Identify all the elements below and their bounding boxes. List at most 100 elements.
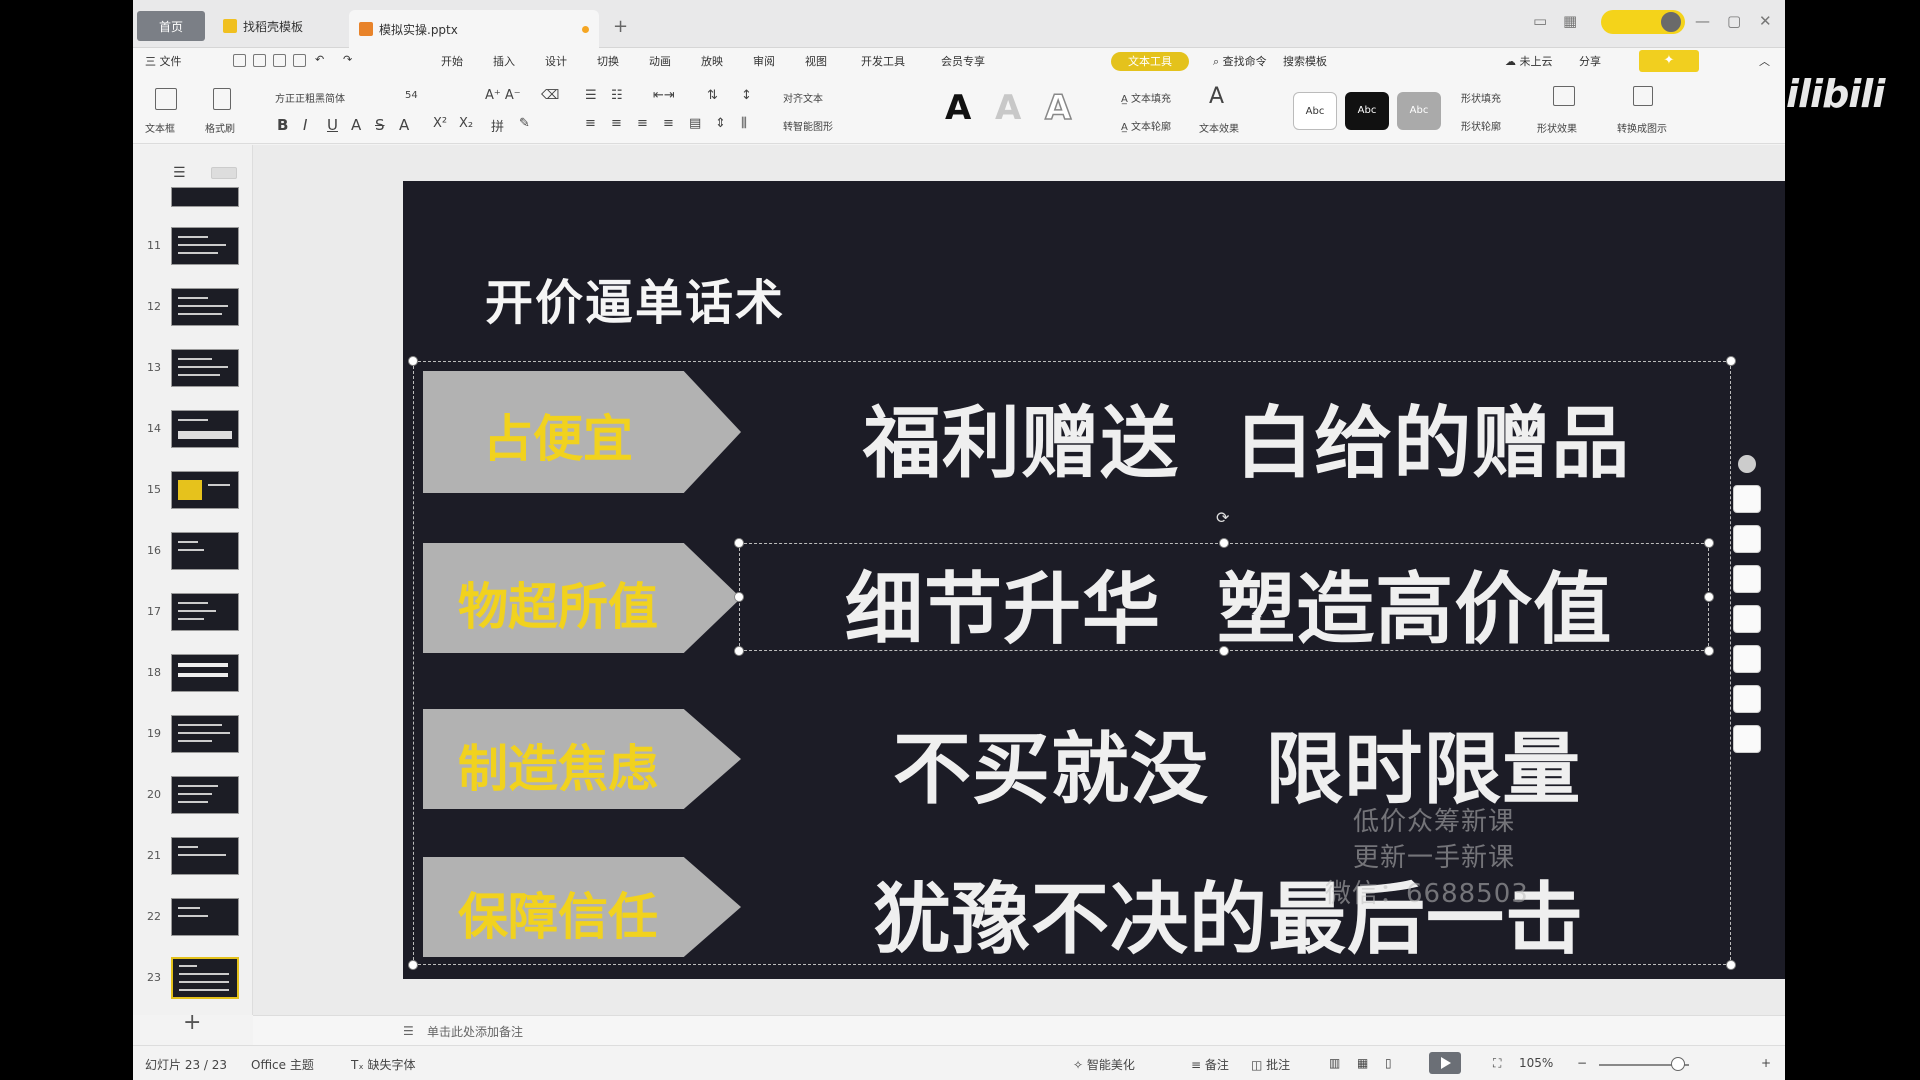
grid-apps-icon[interactable]: ▦ [1563,12,1577,30]
thumbnail-19[interactable]: 19 [133,715,253,765]
search-command[interactable]: ⌕ 查找命令 [1213,53,1267,69]
fit-window-icon[interactable]: ⛶ [1493,1056,1501,1071]
row-text-2[interactable]: 细节升华 塑造高价值 [845,547,1612,659]
text-outline-button[interactable]: A̲ 文本轮廓 [1121,118,1171,133]
thumbnail-22[interactable]: 22 [133,898,253,948]
export-icon[interactable] [253,54,266,67]
thumbnail-18[interactable]: 18 [133,654,253,704]
save-icon[interactable] [233,54,246,67]
line-spacing-icon[interactable]: ↕ [741,88,752,103]
thumbnail-11[interactable]: 11 [133,227,253,277]
close-icon[interactable]: ✕ [1759,12,1772,30]
thumbnail-23[interactable]: 23 [133,957,253,1009]
phonetic-icon[interactable]: 拼 [491,116,504,135]
shape-outline-button[interactable]: 形状轮廓 [1461,118,1501,133]
align-center-icon[interactable]: ≡ [611,116,622,131]
zoom-level[interactable]: 105% [1519,1056,1553,1070]
preview-icon[interactable] [293,54,306,67]
selection-handle[interactable] [408,960,418,970]
thumbnail-17[interactable]: 17 [133,593,253,643]
shape-effect-icon[interactable] [1553,86,1575,106]
smart-art-button[interactable]: 转智能图形 [783,118,833,133]
menu-developer[interactable]: 开发工具 [861,53,905,69]
zoom-in-icon[interactable]: + [1761,1056,1771,1070]
theme-name[interactable]: Office 主题 [251,1056,314,1073]
slide-thumb[interactable] [171,654,239,692]
tag-arrow-1[interactable]: 占便宜 [423,371,741,493]
rotate-handle-icon[interactable]: ⟳ [1216,508,1229,527]
layer-icon[interactable] [1733,485,1761,513]
font-grow-icon[interactable]: A⁺ A⁻ [485,88,521,103]
shape-fill-button[interactable]: 形状填充 [1461,90,1501,105]
share-button[interactable]: 分享 [1579,53,1601,69]
idea-icon[interactable] [1733,645,1761,673]
pen-icon[interactable] [1733,525,1761,553]
highlight-icon[interactable]: ✎ [519,116,530,131]
slide-title[interactable]: 开价逼单话术 [485,263,785,333]
underline-icon[interactable]: U [327,116,338,134]
collapse-ribbon-icon[interactable]: ︿ [1759,53,1770,69]
slide-thumb[interactable] [171,593,239,631]
comments-toggle[interactable]: ◫ 批注 [1251,1056,1290,1073]
indent-icon[interactable]: ⇤⇥ [653,88,675,103]
thumbnail-15[interactable]: 15 [133,471,253,521]
undo-icon[interactable]: ↶ [315,53,324,66]
shape-style-grey[interactable]: Abc [1397,92,1441,130]
text-style-black-a[interactable]: A [945,88,971,128]
textbox-icon[interactable] [155,88,177,110]
sorter-view-icon[interactable]: ▦ [1357,1056,1368,1070]
tag-arrow-4[interactable]: 保障信任 [423,857,741,957]
text-box-icon[interactable] [1733,685,1761,713]
selection-handle[interactable] [1704,646,1714,656]
shape-style-black[interactable]: Abc [1345,92,1389,130]
align-right-icon[interactable]: ≡ [637,116,648,131]
thumbnail-13[interactable]: 13 [133,349,253,399]
menu-review[interactable]: 审阅 [753,53,775,69]
normal-view-icon[interactable]: ▥ [1329,1056,1340,1070]
align-text-button[interactable]: 对齐文本 [783,90,823,105]
text-effect-button[interactable]: 文本效果 [1199,120,1239,135]
frame-icon[interactable] [1733,605,1761,633]
font-size-select[interactable]: 54 [405,90,418,101]
justify-icon[interactable]: ≡ [663,116,674,131]
slide-thumb[interactable] [171,776,239,814]
convert-diagram-icon[interactable] [1633,86,1653,106]
format-painter-button[interactable]: 格式刷 [205,120,235,135]
tag-arrow-3[interactable]: 制造焦虑 [423,709,741,809]
slide-thumb[interactable] [171,532,239,570]
tab-home[interactable]: 首页 [137,11,205,41]
column-icon[interactable]: ⫼ [741,116,747,131]
numbering-icon[interactable]: ☷ [611,88,623,103]
menu-insert[interactable]: 插入 [493,53,515,69]
thumbnail-12[interactable]: 12 [133,288,253,338]
format-painter-icon[interactable] [213,88,231,110]
tab-document[interactable]: 模拟实操.pptx [349,10,599,48]
menu-animation[interactable]: 动画 [649,53,671,69]
text-direction-icon[interactable]: ⇅ [707,88,718,103]
menu-transition[interactable]: 切换 [597,53,619,69]
layout-icon[interactable]: ▭ [1533,12,1547,30]
paragraph-spacing-icon[interactable]: ⇕ [715,116,726,131]
text-fill-button[interactable]: A̲ 文本填充 [1121,90,1171,105]
selection-handle[interactable] [1726,960,1736,970]
shape-style-white[interactable]: Abc [1293,92,1337,130]
textbox-button[interactable]: 文本框 [145,120,175,135]
selection-handle[interactable] [734,538,744,548]
slide-thumb[interactable] [171,837,239,875]
slide-thumb[interactable] [171,349,239,387]
translate-icon[interactable] [1733,725,1761,753]
selection-handle[interactable] [734,592,744,602]
tab-template[interactable]: 找稻壳模板 [213,11,349,41]
slide-thumb[interactable] [171,471,239,509]
thumbnail-20[interactable]: 20 [133,776,253,826]
row-text-1[interactable]: 福利赠送 白给的赠品 [863,381,1630,493]
menu-file[interactable]: 三 文件 [145,53,182,69]
missing-font[interactable]: Tₓ 缺失字体 [351,1056,416,1073]
selection-handle[interactable] [1704,592,1714,602]
thumbnail-16[interactable]: 16 [133,532,253,582]
slide-thumb[interactable] [171,898,239,936]
add-slide-plus-icon[interactable]: + [183,1010,201,1035]
notes-toggle[interactable]: ≡ 备注 [1191,1056,1229,1073]
selection-handle[interactable] [408,356,418,366]
menu-home[interactable]: 开始 [441,53,463,69]
